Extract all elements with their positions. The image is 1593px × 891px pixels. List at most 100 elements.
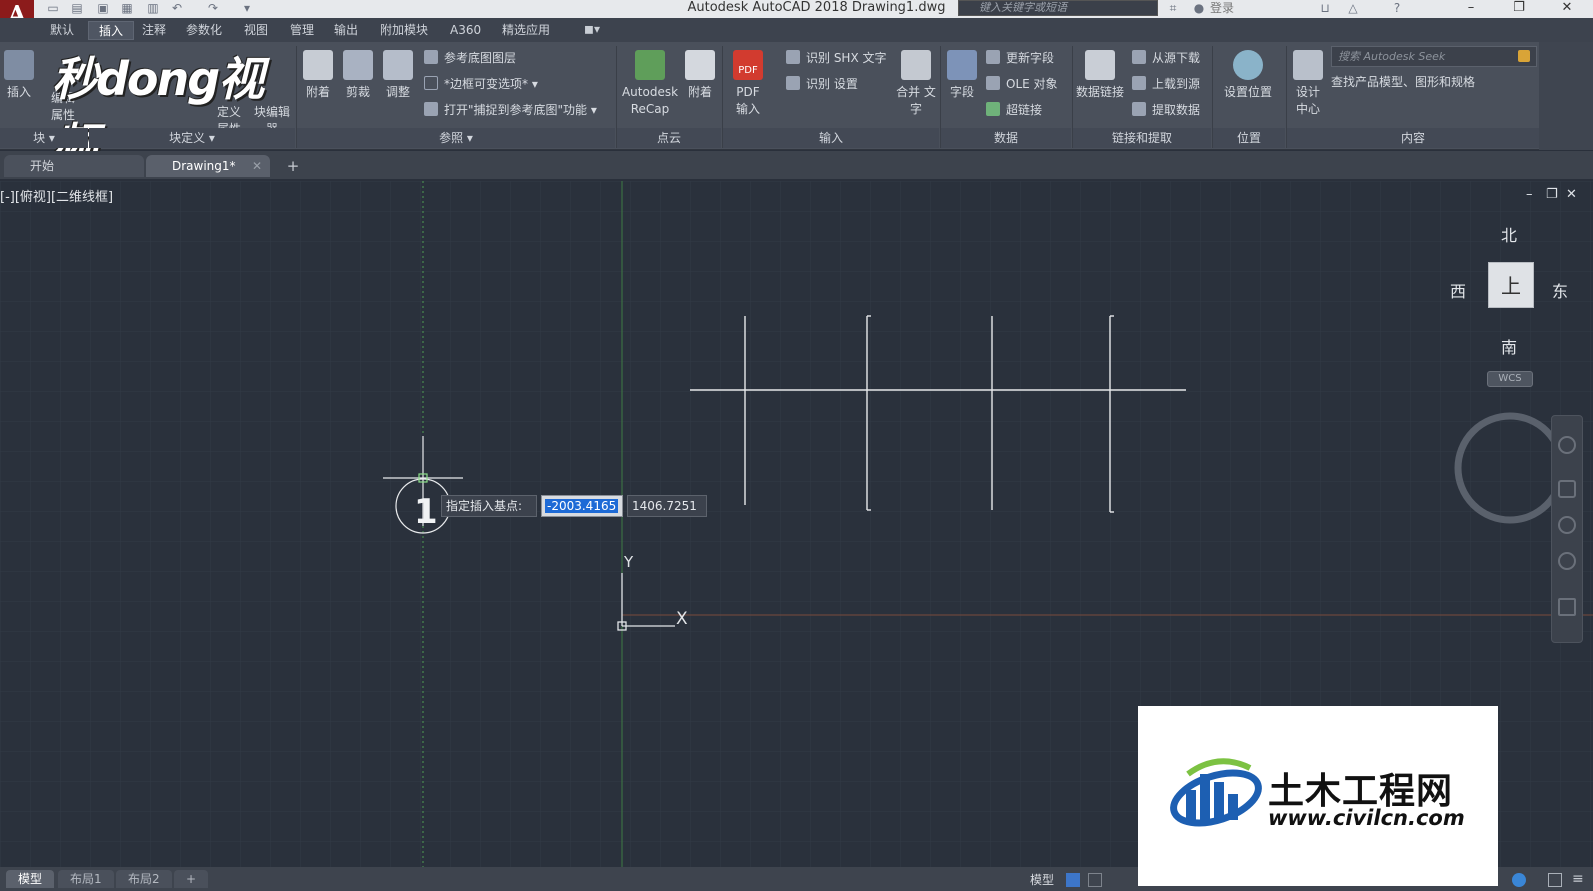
seek-go-icon[interactable]	[1518, 50, 1530, 62]
wcs-dropdown[interactable]: WCS	[1487, 371, 1533, 387]
layout-tab-layout2[interactable]: 布局2	[116, 870, 172, 888]
pdf-import-button[interactable]: PDF PDF 输入	[730, 50, 766, 118]
coordinate-y-input[interactable]: 1406.7251	[627, 495, 707, 517]
help-icon[interactable]: ?	[1390, 1, 1404, 15]
download-from-source-button[interactable]: 从源下载	[1132, 50, 1200, 66]
viewport-restore-icon[interactable]: ❐	[1546, 187, 1558, 202]
saveas-icon[interactable]: ▦	[120, 1, 134, 15]
undo-icon[interactable]: ↶	[170, 1, 184, 15]
add-layout-button[interactable]: +	[174, 870, 209, 888]
recognize-settings-button[interactable]: 识别 设置	[786, 76, 858, 92]
tab-manage[interactable]: 管理	[280, 21, 324, 40]
workspace-icon[interactable]	[1512, 873, 1526, 887]
viewport-controls-label[interactable]: [-][俯视][二维线框]	[0, 186, 113, 205]
panel-data-title: 数据	[941, 128, 1071, 148]
steering-wheel-icon[interactable]	[1558, 436, 1576, 454]
pointcloud-attach-label: 附着	[687, 85, 712, 99]
coordinate-x-input[interactable]: -2003.4165	[541, 495, 623, 517]
new-icon[interactable]: ▭	[46, 1, 60, 15]
title-bar: Autodesk AutoCAD 2018 Drawing1.dwg ▭ ▤ ▣…	[0, 0, 1593, 18]
field-button[interactable]: 字段	[944, 50, 980, 101]
redo-icon[interactable]: ↷	[206, 1, 220, 15]
update-fields-button[interactable]: 更新字段	[986, 50, 1054, 66]
panel-reference-title[interactable]: 参照 ▾	[297, 128, 615, 148]
design-center-button[interactable]: 设计 中心	[1290, 50, 1326, 118]
close-button[interactable]: ✕	[1544, 0, 1590, 18]
viewcube-north[interactable]: 北	[1501, 222, 1517, 246]
viewcube-east[interactable]: 东	[1552, 278, 1568, 302]
attach-button[interactable]: 附着	[300, 50, 336, 101]
customize-menu-icon[interactable]: ≡	[1572, 871, 1584, 887]
tab-a360[interactable]: A360	[440, 21, 491, 40]
clip-button[interactable]: 剪裁	[340, 50, 376, 101]
upload-to-source-button[interactable]: 上载到源	[1132, 76, 1200, 92]
maximize-button[interactable]: ❐	[1496, 0, 1542, 18]
panel-block-title[interactable]: 块 ▾	[0, 128, 88, 148]
tab-addins[interactable]: 附加模块	[370, 21, 438, 40]
close-icon[interactable]: ✕	[252, 155, 262, 177]
zoom-icon[interactable]	[1558, 516, 1576, 534]
extract-data-button[interactable]: 提取数据	[1132, 102, 1200, 118]
settings-icon	[786, 76, 800, 90]
frame-vary-dropdown[interactable]: *边框可变选项* ▾	[424, 76, 538, 92]
globe-icon	[986, 102, 1000, 116]
tab-view[interactable]: 视图	[234, 21, 278, 40]
help-search-input[interactable]: 键入关键字或短语	[958, 0, 1158, 16]
tab-insert[interactable]: 插入	[88, 21, 135, 40]
upload-icon	[1132, 76, 1146, 90]
open-icon[interactable]: ▤	[70, 1, 84, 15]
print-icon[interactable]: ▥	[146, 1, 160, 15]
viewport-minimize-icon[interactable]: –	[1526, 187, 1533, 202]
design-center-icon	[1293, 50, 1323, 80]
layout-tab-model[interactable]: 模型	[6, 870, 55, 888]
viewport-close-icon[interactable]: ✕	[1566, 187, 1577, 202]
pointcloud-attach-button[interactable]: 附着	[682, 50, 718, 101]
viewcube-west[interactable]: 西	[1450, 278, 1466, 302]
camera-icon[interactable]: ◼▾	[584, 22, 606, 36]
model-space-button[interactable]: 模型	[1030, 871, 1054, 889]
snap-toggle-icon[interactable]	[1088, 873, 1102, 887]
cart-icon[interactable]: ⊔	[1318, 1, 1332, 15]
recognize-shx-button[interactable]: 识别 SHX 文字	[786, 50, 887, 66]
data-link-button[interactable]: 数据链接	[1074, 50, 1126, 101]
set-location-label: 设置位置	[1223, 85, 1272, 99]
new-tab-button[interactable]: +	[282, 157, 304, 175]
viewcube-top-face[interactable]: 上	[1488, 262, 1534, 308]
adjust-button[interactable]: 调整	[380, 50, 416, 101]
pan-icon[interactable]	[1558, 480, 1576, 498]
ole-object-button[interactable]: OLE 对象	[986, 76, 1058, 92]
hyperlink-button[interactable]: 超链接	[986, 102, 1042, 118]
tab-output[interactable]: 输出	[324, 21, 368, 40]
layout-tab-layout1[interactable]: 布局1	[58, 870, 114, 888]
reference-panel-label: 参照	[439, 131, 464, 145]
tab-featured[interactable]: 精选应用	[492, 21, 560, 40]
fullscreen-icon[interactable]	[1548, 873, 1562, 887]
pdf-import-label: PDF 输入	[735, 85, 760, 116]
grid-toggle-icon[interactable]	[1066, 873, 1080, 887]
set-location-button[interactable]: 设置位置	[1220, 50, 1276, 101]
tab-default[interactable]: 默认	[40, 21, 84, 40]
save-icon[interactable]: ▣	[96, 1, 110, 15]
orbit-icon[interactable]	[1558, 552, 1576, 570]
chevron-down-icon[interactable]: ▾	[240, 1, 254, 15]
exchange-icon[interactable]: △	[1346, 1, 1360, 15]
autodesk-recap-button[interactable]: Autodesk ReCap	[618, 50, 682, 118]
login-button[interactable]: 登录	[1210, 0, 1234, 16]
viewcube-south[interactable]: 南	[1501, 334, 1517, 358]
panel-block-definition-title[interactable]: 块定义 ▾	[89, 128, 295, 148]
seek-search-input[interactable]: 搜索 Autodesk Seek	[1331, 46, 1537, 67]
showmotion-icon[interactable]	[1558, 598, 1576, 616]
binoculars-icon[interactable]: ⌗	[1166, 1, 1180, 15]
user-icon: ●	[1193, 1, 1205, 15]
merge-text-button[interactable]: 合并 文字	[896, 50, 936, 118]
insert-block-button[interactable]: 插入	[2, 50, 36, 101]
underlay-layers-button[interactable]: 参考底图图层	[424, 50, 516, 66]
tab-annotate[interactable]: 注释	[132, 21, 176, 40]
tab-start[interactable]: 开始	[4, 155, 144, 177]
panel-content-title: 内容	[1287, 128, 1539, 148]
tab-drawing1[interactable]: Drawing1* ✕	[146, 155, 270, 177]
data-link-icon	[1085, 50, 1115, 80]
snap-underlay-dropdown[interactable]: 打开"捕捉到参考底图"功能 ▾	[424, 102, 597, 118]
tab-parametric[interactable]: 参数化	[176, 21, 232, 40]
minimize-button[interactable]: –	[1448, 0, 1494, 18]
